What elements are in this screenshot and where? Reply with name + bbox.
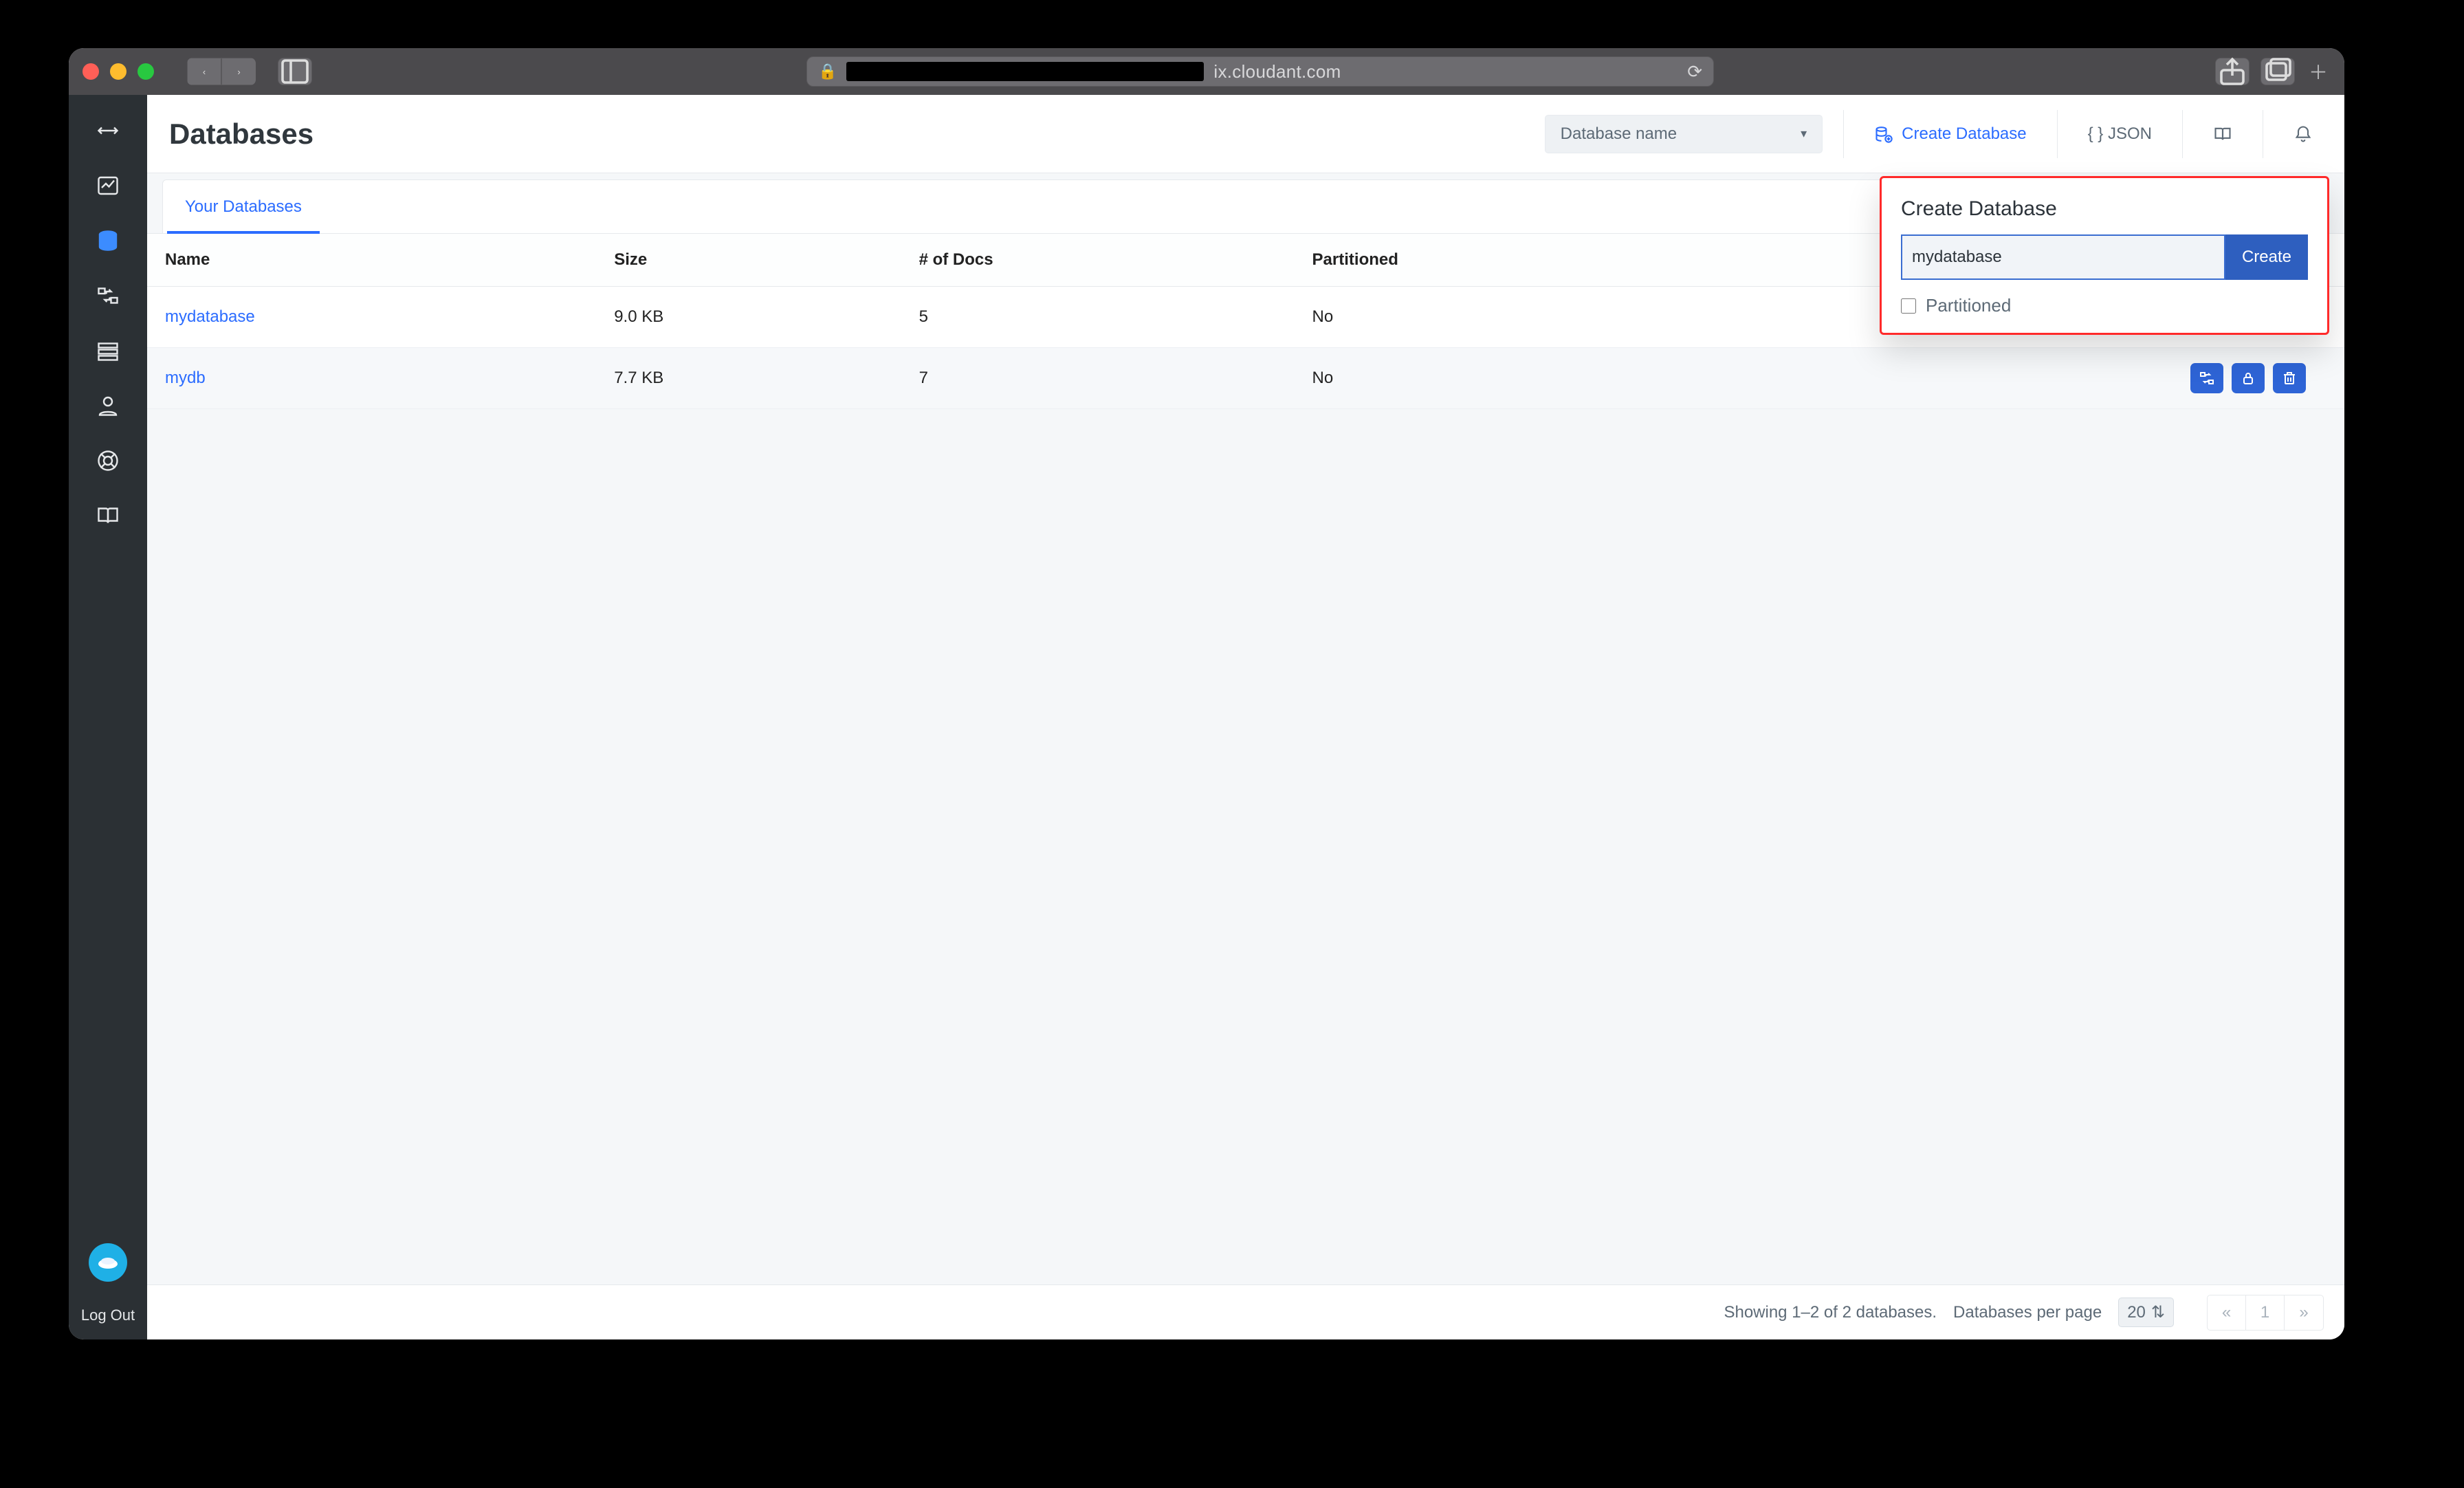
new-tab-button[interactable]: ＋ [2306, 59, 2331, 84]
sidebar-dashboard-icon[interactable] [93, 171, 123, 201]
pager-prev[interactable]: « [2208, 1295, 2246, 1330]
col-size[interactable]: Size [596, 234, 901, 287]
sidebar-replication-icon[interactable] [93, 281, 123, 311]
database-name-select[interactable]: Database name ▾ [1545, 115, 1823, 153]
url-bar[interactable]: 🔒 ix.cloudant.com ⟳ [806, 56, 1714, 87]
db-name-link[interactable]: mydatabase [165, 307, 255, 326]
sidebar-nav: Log Out [69, 95, 147, 1339]
sidebar-collapse-icon[interactable] [93, 116, 123, 146]
chevron-down-icon: ▾ [1801, 127, 1807, 141]
url-domain: ix.cloudant.com [1213, 61, 1678, 83]
create-database-popover: Create Database Create Partitioned [1880, 176, 2329, 335]
nav-forward-button[interactable]: › [221, 58, 256, 85]
per-page-select[interactable]: 20 ⇅ [2118, 1298, 2174, 1327]
row-delete-button[interactable] [2273, 363, 2306, 393]
col-docs[interactable]: # of Docs [901, 234, 1295, 287]
col-partitioned[interactable]: Partitioned [1295, 234, 1730, 287]
footer-bar: Showing 1–2 of 2 databases. Databases pe… [147, 1284, 2344, 1339]
notifications-button[interactable] [2284, 115, 2322, 153]
popover-title: Create Database [1901, 197, 2308, 221]
window-minimize-button[interactable] [110, 63, 126, 80]
sidebar-support-icon[interactable] [93, 446, 123, 476]
page-header: Databases Database name ▾ Create Databas… [147, 95, 2344, 173]
lock-icon: 🔒 [818, 63, 837, 80]
pager: « 1 » [2207, 1295, 2324, 1331]
create-button[interactable]: Create [2225, 234, 2308, 280]
tab-your-databases[interactable]: Your Databases [167, 180, 320, 233]
per-page-value: 20 [2127, 1303, 2146, 1322]
db-partitioned: No [1295, 287, 1730, 348]
sidebar-toggle-button[interactable] [278, 58, 312, 85]
create-database-button[interactable]: Create Database [1864, 115, 2036, 153]
db-name-link[interactable]: mydb [165, 369, 206, 387]
page-title: Databases [169, 118, 314, 151]
nav-back-forward: ‹ › [187, 58, 256, 85]
logout-link[interactable]: Log Out [81, 1306, 135, 1339]
database-name-input[interactable] [1901, 234, 2225, 280]
sidebar-active-tasks-icon[interactable] [93, 336, 123, 366]
row-permissions-button[interactable] [2232, 363, 2265, 393]
docs-header-button[interactable] [2203, 115, 2242, 153]
col-name[interactable]: Name [147, 234, 596, 287]
pager-current: 1 [2246, 1295, 2285, 1330]
partitioned-checkbox-row[interactable]: Partitioned [1901, 295, 2308, 316]
footer-showing: Showing 1–2 of 2 databases. [1724, 1303, 1937, 1322]
partitioned-label: Partitioned [1926, 295, 2011, 316]
db-partitioned: No [1295, 348, 1730, 409]
window-controls [82, 63, 154, 80]
json-button[interactable]: { } JSON [2078, 115, 2162, 153]
refresh-icon[interactable]: ⟳ [1687, 61, 1702, 83]
url-redacted [846, 62, 1204, 81]
partitioned-checkbox[interactable] [1901, 298, 1916, 314]
row-replicate-button[interactable] [2190, 363, 2223, 393]
footer-perpage-label: Databases per page [1953, 1303, 2102, 1322]
sidebar-databases-icon[interactable] [93, 226, 123, 256]
db-docs: 5 [901, 287, 1295, 348]
db-size: 7.7 KB [596, 348, 901, 409]
sidebar-account-icon[interactable] [93, 391, 123, 421]
sidebar-avatar[interactable] [89, 1243, 127, 1282]
table-row: mydb 7.7 KB7No [147, 348, 2344, 409]
create-database-label: Create Database [1902, 124, 2026, 144]
tabs-button[interactable] [2260, 58, 2295, 85]
window-maximize-button[interactable] [138, 63, 154, 80]
browser-titlebar: ‹ › 🔒 ix.cloudant.com ⟳ ＋ [69, 48, 2344, 95]
db-docs: 7 [901, 348, 1295, 409]
sidebar-docs-icon[interactable] [93, 501, 123, 531]
db-size: 9.0 KB [596, 287, 901, 348]
nav-back-button[interactable]: ‹ [187, 58, 221, 85]
tab-label: Your Databases [185, 197, 302, 217]
updown-icon: ⇅ [2151, 1302, 2165, 1322]
window-close-button[interactable] [82, 63, 99, 80]
database-select-label: Database name [1561, 124, 1677, 144]
create-button-label: Create [2242, 248, 2291, 267]
pager-next[interactable]: » [2285, 1295, 2323, 1330]
json-label: { } JSON [2088, 124, 2152, 144]
share-button[interactable] [2215, 58, 2250, 85]
